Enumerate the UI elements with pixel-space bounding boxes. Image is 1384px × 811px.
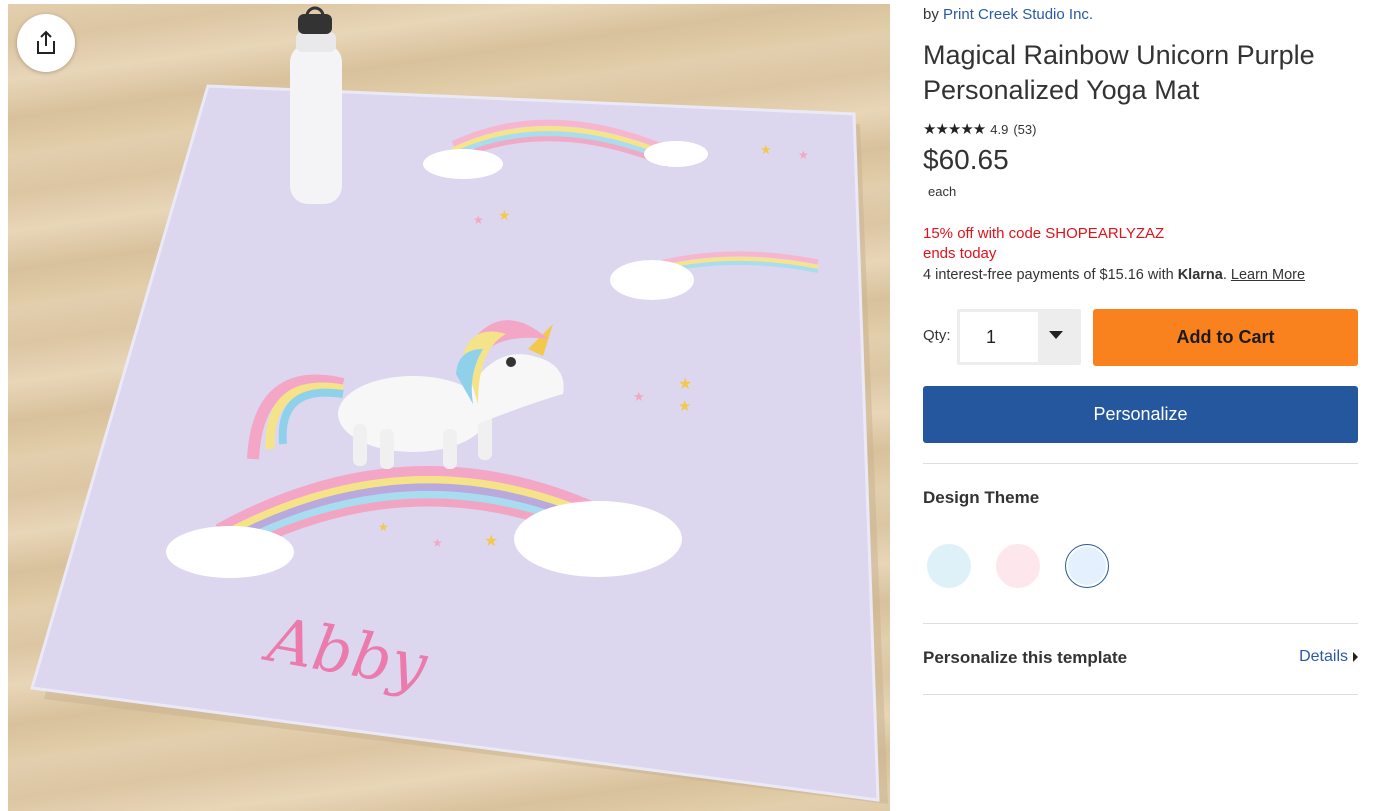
theme-swatch-blue-selected[interactable]: [1065, 544, 1109, 588]
svg-text:★: ★: [798, 148, 809, 162]
add-to-cart-button[interactable]: Add to Cart: [1093, 309, 1358, 366]
quantity-label: Qty:: [923, 327, 951, 344]
water-bottle: [290, 6, 342, 204]
product-title: Magical Rainbow Unicorn Purple Personali…: [923, 40, 1315, 105]
product-price: $60.65: [923, 144, 1009, 175]
svg-text:★: ★: [432, 536, 443, 550]
rating-value: 4.9: [990, 121, 1009, 137]
divider: [923, 623, 1358, 624]
share-button[interactable]: [17, 14, 75, 72]
klarna-brand: Klarna: [1177, 267, 1223, 283]
divider: [923, 463, 1358, 464]
design-theme-heading: Design Theme: [923, 488, 1040, 507]
svg-text:★: ★: [498, 207, 511, 223]
yoga-mat-illustration: ★ ★ ★ ★ ★ ★ ★ ★ ★ ★ Abby: [30, 6, 888, 804]
divider: [923, 694, 1358, 695]
svg-text:★: ★: [678, 398, 691, 415]
product-image[interactable]: ★ ★ ★ ★ ★ ★ ★ ★ ★ ★ Abby: [8, 4, 890, 811]
quantity-select[interactable]: 1: [957, 309, 1081, 365]
klarna-period: .: [1222, 267, 1227, 283]
details-link-label[interactable]: Details: [1299, 648, 1348, 666]
svg-text:★: ★: [678, 376, 692, 393]
svg-text:★: ★: [378, 520, 389, 534]
product-rating[interactable]: ★★★★★ 4.9 (53): [923, 120, 1036, 138]
chevron-down-icon[interactable]: [1049, 331, 1063, 339]
personalize-template-heading: Personalize this template: [923, 648, 1128, 667]
learn-more-link[interactable]: Learn More: [1231, 267, 1305, 283]
klarna-installments: 4 interest-free payments of $15.16 with …: [923, 267, 1305, 283]
store-byline: by Print Creek Studio Inc.: [923, 6, 1093, 23]
byline-prefix: by: [923, 6, 939, 23]
personalize-button[interactable]: Personalize: [923, 386, 1358, 443]
theme-swatch-light-blue[interactable]: [927, 544, 971, 588]
details-link[interactable]: Details: [1299, 648, 1358, 666]
svg-text:★: ★: [473, 213, 484, 227]
store-link[interactable]: Print Creek Studio Inc.: [943, 6, 1093, 23]
promo-code-text: 15% off with code SHOPEARLYZAZ: [923, 225, 1165, 242]
svg-text:★: ★: [760, 142, 772, 157]
share-icon: [37, 30, 55, 54]
rating-stars-icon: ★★★★★: [923, 121, 986, 138]
promo-deadline-text: ends today: [923, 245, 997, 262]
caret-right-icon: [1353, 652, 1358, 662]
klarna-text: 4 interest-free payments of $15.16 with: [923, 267, 1174, 283]
review-count: (53): [1013, 121, 1037, 137]
promo-message: 15% off with code SHOPEARLYZAZ ends toda…: [923, 224, 1164, 264]
price-unit: each: [928, 184, 957, 199]
theme-swatch-pink[interactable]: [996, 544, 1040, 588]
quantity-value[interactable]: 1: [960, 312, 1038, 362]
svg-text:★: ★: [484, 533, 498, 550]
svg-text:★: ★: [633, 389, 645, 404]
